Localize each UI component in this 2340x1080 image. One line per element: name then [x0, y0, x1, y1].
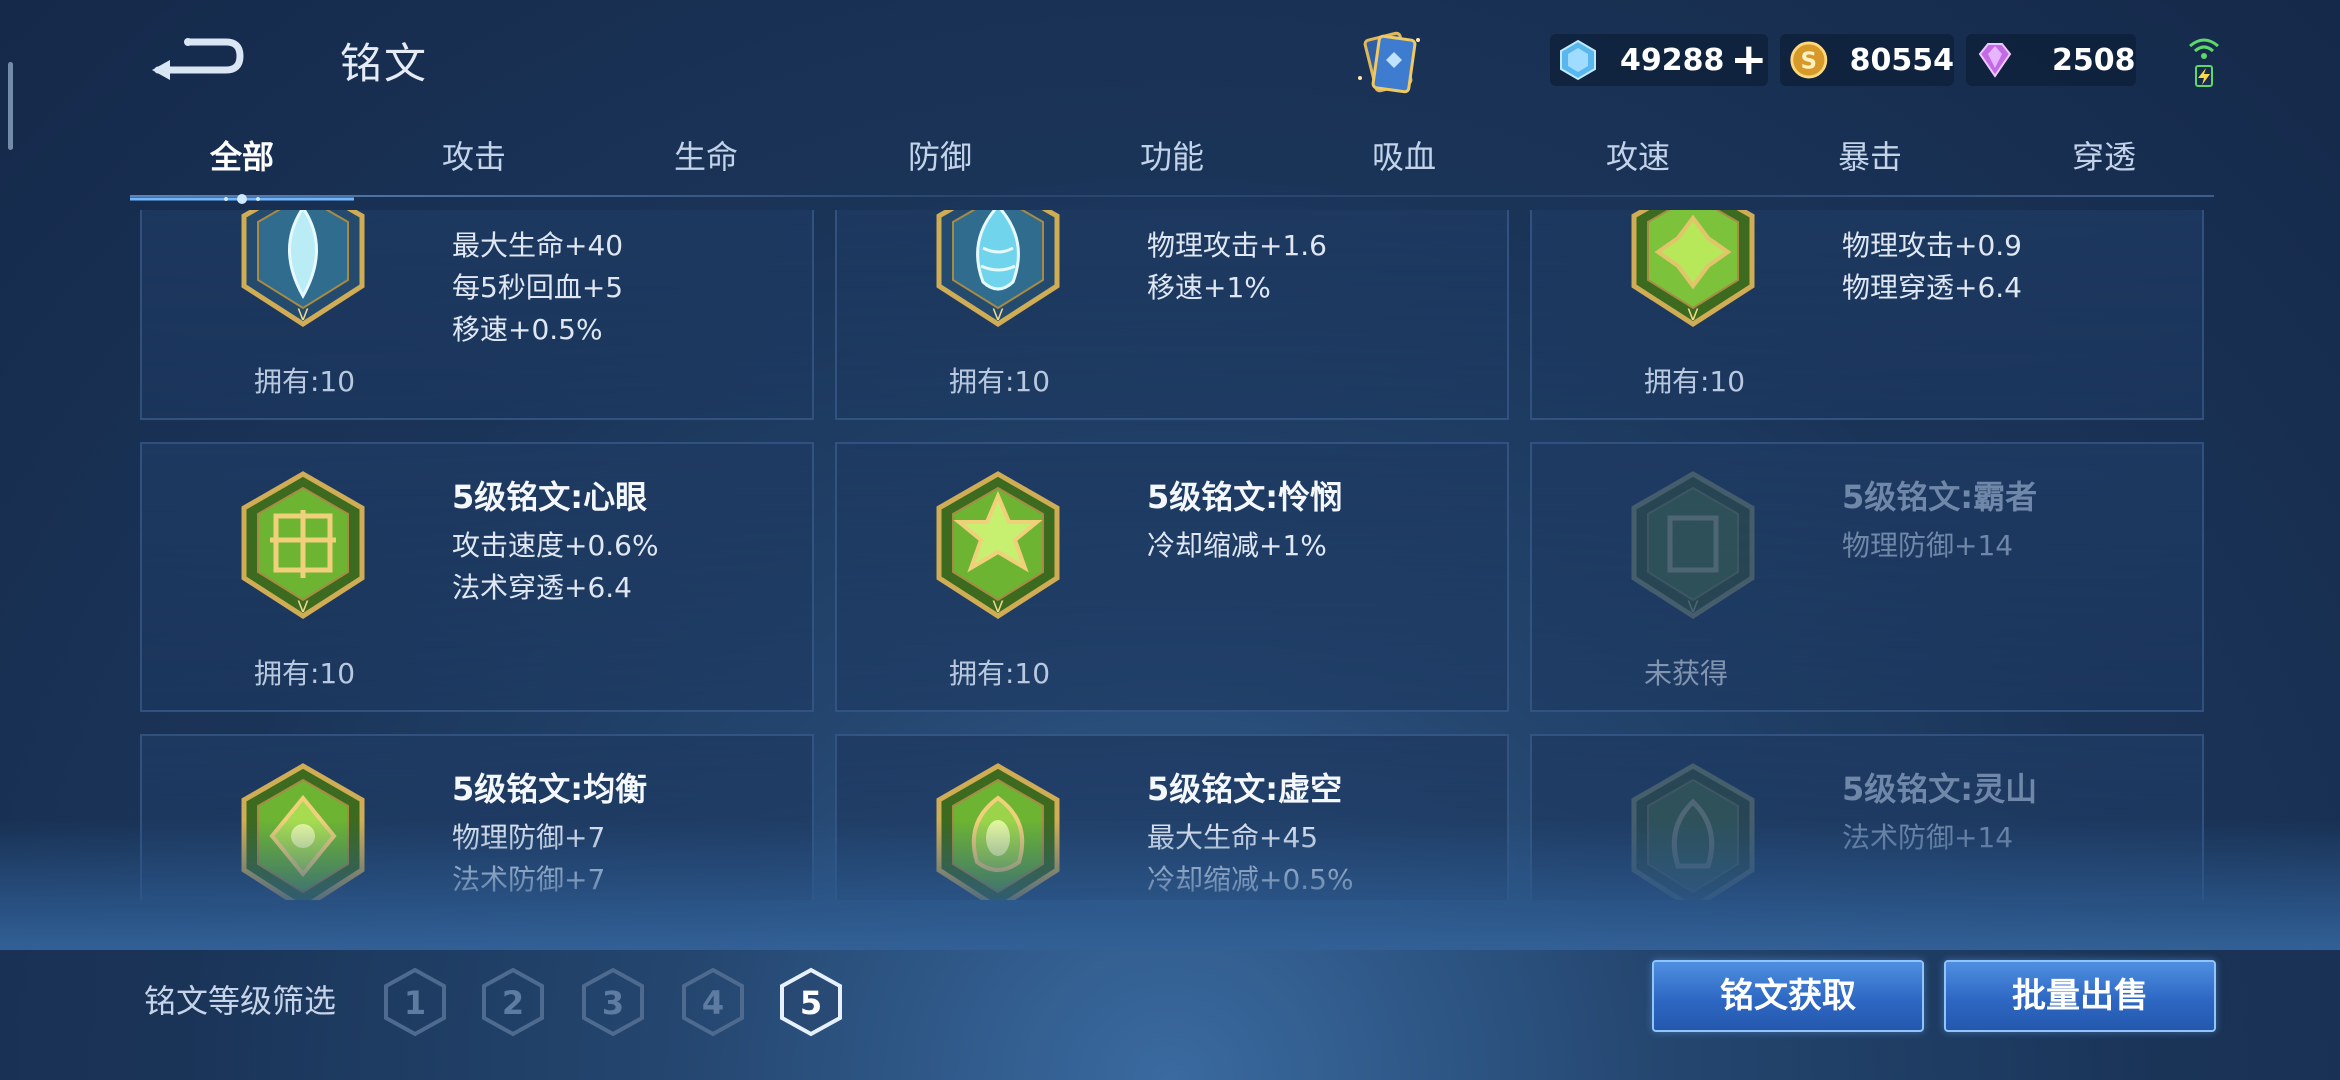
inscription-stat: 攻击速度+0.6%	[452, 529, 659, 562]
inscription-stat: 物理穿透+6.4	[1842, 271, 2022, 304]
svg-text:V: V	[298, 597, 309, 616]
owned-count: 拥有:10	[1644, 365, 1746, 398]
gold-coin-icon: S	[1790, 41, 1828, 79]
crystal-balance: 2508	[1966, 34, 2136, 86]
inscription-name: 5级铭文:心眼	[452, 478, 648, 516]
level-number: 2	[502, 984, 524, 1022]
inscription-name: 5级铭文:均衡	[452, 770, 648, 808]
tab-all[interactable]: 全部	[162, 132, 322, 178]
locked-gem-icon	[1631, 763, 1755, 900]
inscription-card[interactable]: V 最大生命+40 每5秒回血+5 移速+0.5% 拥有:10	[140, 210, 814, 420]
crystal-value: 2508	[2052, 42, 2136, 78]
level-filter-1[interactable]: 1	[382, 966, 448, 1038]
level-filter-4[interactable]: 4	[680, 966, 746, 1038]
inscription-deck-icon[interactable]	[1350, 26, 1430, 102]
svg-text:V: V	[298, 305, 309, 324]
inscription-stat: 物理防御+14	[1842, 529, 2014, 562]
level-filter-label: 铭文等级筛选	[144, 982, 337, 1020]
inscription-stat: 最大生命+40	[452, 229, 624, 262]
inscription-card[interactable]: V 物理攻击+1.6 移速+1% 拥有:10	[835, 210, 1509, 420]
back-arrow-icon	[152, 38, 244, 80]
tab-health[interactable]: 生命	[626, 132, 786, 178]
green-diamond-gem-icon	[241, 763, 365, 900]
level-filter-5-selected[interactable]: 5	[778, 966, 844, 1038]
purple-crystal-icon	[1978, 43, 2012, 78]
green-hexagon-gem-icon: V	[241, 471, 365, 619]
green-star-gem-icon: V	[936, 471, 1060, 619]
svg-text:V: V	[993, 305, 1004, 324]
page-title: 铭文	[340, 39, 429, 88]
inscription-stat: 物理防御+7	[452, 821, 606, 854]
inscription-stat: 法术防御+14	[1842, 821, 2014, 854]
inscription-card-locked[interactable]: V 5级铭文:霸者 物理防御+14 未获得	[1530, 442, 2204, 712]
gold-balance: S 80554	[1780, 34, 1954, 86]
inscription-card[interactable]: V 5级铭文:怜悯 冷却缩减+1% 拥有:10	[835, 442, 1509, 712]
owned-count: 拥有:10	[949, 365, 1051, 398]
not-obtained-label: 未获得	[1644, 657, 1729, 690]
tab-utility[interactable]: 功能	[1092, 132, 1252, 178]
tab-attack[interactable]: 攻击	[394, 132, 554, 178]
inscription-card[interactable]: 5级铭文:均衡 物理防御+7 法术防御+7	[140, 734, 814, 900]
svg-text:V: V	[993, 597, 1004, 616]
inscription-stat: 冷却缩减+0.5%	[1147, 863, 1354, 896]
level-number: 4	[702, 984, 724, 1022]
tab-lifesteal[interactable]: 吸血	[1324, 132, 1484, 178]
level-filter-2[interactable]: 2	[480, 966, 546, 1038]
inscription-grid[interactable]: V 最大生命+40 每5秒回血+5 移速+0.5% 拥有:10 V 物理攻击+1…	[130, 210, 2214, 900]
inscription-stat: 移速+0.5%	[452, 313, 603, 346]
tab-penetration[interactable]: 穿透	[2024, 132, 2184, 178]
inscription-name: 5级铭文:怜悯	[1147, 478, 1343, 516]
obtain-inscription-button[interactable]: 铭文获取	[1652, 960, 1924, 1032]
batch-sell-button[interactable]: 批量出售	[1944, 960, 2216, 1032]
green-void-gem-icon	[936, 763, 1060, 900]
inscription-stat: 最大生命+45	[1147, 821, 1319, 854]
inscription-stat: 冷却缩减+1%	[1147, 529, 1327, 562]
inscription-stat: 法术防御+7	[452, 863, 606, 896]
owned-count: 拥有:10	[949, 657, 1051, 690]
owned-count: 拥有:10	[254, 365, 356, 398]
teal-drop-gem-icon: V	[241, 210, 365, 327]
diamond-balance: 49288 +	[1550, 34, 1768, 86]
svg-text:V: V	[1688, 597, 1699, 616]
inscription-stat: 法术穿透+6.4	[452, 571, 632, 604]
active-tab-indicator	[130, 190, 354, 204]
level-number: 3	[602, 984, 624, 1022]
back-button[interactable]	[148, 30, 248, 88]
add-diamond-button[interactable]: +	[1730, 38, 1767, 82]
inscription-stat: 移速+1%	[1147, 271, 1271, 304]
svg-text:V: V	[1688, 305, 1699, 324]
inscription-stat: 物理攻击+1.6	[1147, 229, 1327, 262]
inscription-stat: 物理攻击+0.9	[1842, 229, 2022, 262]
svg-text:S: S	[1801, 49, 1817, 75]
tab-attack-speed[interactable]: 攻速	[1558, 132, 1718, 178]
level-number: 5	[800, 984, 822, 1022]
teal-flame-gem-icon: V	[936, 210, 1060, 327]
wifi-battery-status-icon	[2184, 30, 2224, 90]
diamond-value: 49288	[1620, 42, 1725, 78]
inscription-name: 5级铭文:灵山	[1842, 770, 2038, 808]
owned-count: 拥有:10	[254, 657, 356, 690]
locked-gem-icon: V	[1631, 471, 1755, 619]
inscription-card[interactable]: V 5级铭文:心眼 攻击速度+0.6% 法术穿透+6.4 拥有:10	[140, 442, 814, 712]
level-number: 1	[404, 984, 426, 1022]
inscription-card-locked[interactable]: 5级铭文:灵山 法术防御+14	[1530, 734, 2204, 900]
left-edge-handle	[8, 62, 13, 150]
tab-defense[interactable]: 防御	[860, 132, 1020, 178]
inscription-card[interactable]: V 物理攻击+0.9 物理穿透+6.4 拥有:10	[1530, 210, 2204, 420]
level-filter-3[interactable]: 3	[580, 966, 646, 1038]
inscription-name: 5级铭文:霸者	[1842, 478, 2038, 516]
inscription-card[interactable]: 5级铭文:虚空 最大生命+45 冷却缩减+0.5%	[835, 734, 1509, 900]
inscription-stat: 每5秒回血+5	[452, 271, 624, 304]
tab-critical[interactable]: 暴击	[1790, 132, 1950, 178]
tabs-divider	[130, 195, 2214, 197]
inscription-name: 5级铭文:虚空	[1147, 770, 1343, 808]
gold-value: 80554	[1849, 42, 1954, 78]
diamond-icon	[1560, 39, 1596, 81]
green-cross-gem-icon: V	[1631, 210, 1755, 327]
